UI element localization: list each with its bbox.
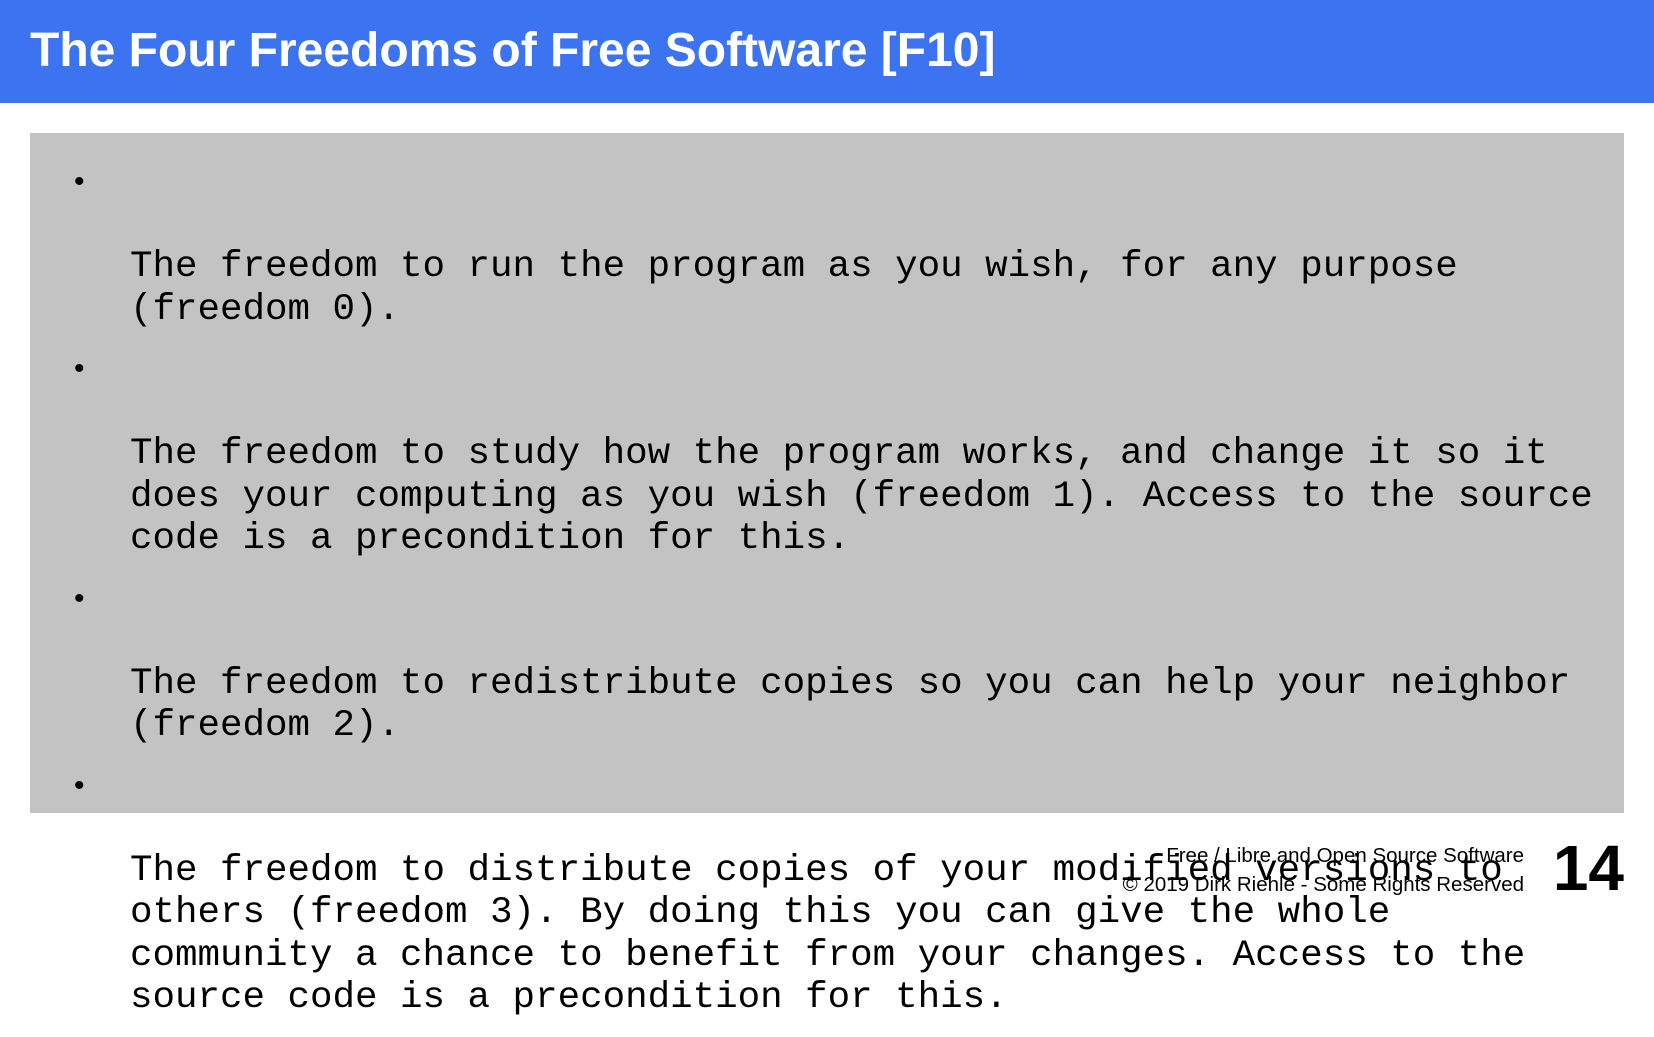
page-number: 14 (1552, 832, 1624, 904)
footer-text: Free / Libre and Open Source Software © … (1123, 841, 1524, 899)
title-bar: The Four Freedoms of Free Software [F10] (0, 0, 1654, 103)
content-box: • The freedom to run the program as you … (30, 133, 1624, 1019)
footer-copyright: © 2019 Dirk Riehle - Some Rights Reserve… (1122, 873, 1524, 896)
bullet-marker: • (74, 581, 85, 615)
bullet-text: The freedom to run the program as you wi… (130, 246, 1458, 331)
footer-course-title: Free / Libre and Open Source Software (1166, 844, 1524, 867)
bullet-text: The freedom to study how the program wor… (130, 433, 1593, 560)
bullet-item-freedom-0: • The freedom to run the program as you … (30, 161, 1624, 331)
bullet-text: The freedom to redistribute copies so yo… (130, 662, 1571, 748)
bullet-item-freedom-2: • The freedom to redistribute copies so … (30, 578, 1624, 748)
bullet-marker: • (74, 352, 85, 385)
bullet-marker: • (74, 768, 85, 802)
bullet-item-freedom-1: • The freedom to study how the program w… (30, 348, 1624, 561)
slide-title: The Four Freedoms of Free Software [F10] (30, 24, 996, 77)
bullet-marker: • (74, 165, 85, 198)
bullet-list: • The freedom to run the program as you … (30, 161, 1624, 1037)
